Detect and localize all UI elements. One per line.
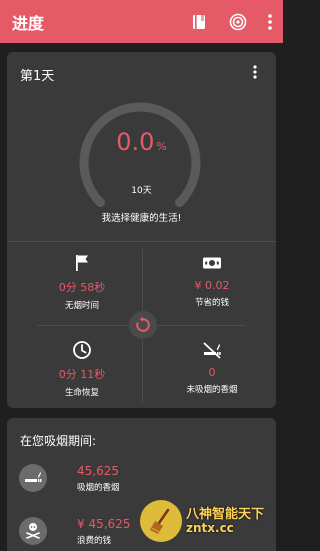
- app-root: 进度 第1天 0.0 % 10天 我选择健康的生活! 0分 58秒 无烟时间 ¥…: [0, 0, 283, 551]
- stat-value: 0: [208, 366, 216, 379]
- watermark-name: 八神智能天下: [186, 506, 265, 522]
- stat-smoke-free-time: 0分 58秒 无烟时间: [27, 253, 137, 311]
- stat-label: 生命恢复: [64, 388, 99, 398]
- progress-percent-value: 0.0: [116, 128, 155, 156]
- stat-label: 无烟时间: [64, 301, 99, 311]
- stat-money-saved: ¥ 0.02 节省的钱: [157, 253, 267, 308]
- card-more-icon[interactable]: [250, 62, 260, 82]
- watermark-url: zntx.cc: [186, 520, 234, 535]
- top-app-bar: 进度: [0, 0, 283, 43]
- target-icon[interactable]: [226, 0, 250, 43]
- stat-label: 节省的钱: [194, 298, 229, 308]
- goal-days-label: 10天: [131, 186, 152, 196]
- stat-cigarettes-not-smoked: 0 未吸烟的香烟: [157, 340, 267, 395]
- row-label: 浪费的钱: [77, 536, 112, 546]
- watermark: 八神智能天下 zntx.cc: [140, 497, 283, 545]
- progress-gauge: [75, 98, 205, 228]
- more-vert-icon[interactable]: [258, 0, 282, 43]
- journal-icon[interactable]: [187, 0, 211, 43]
- flag-icon: [27, 253, 137, 273]
- gauge-arc: [79, 102, 201, 208]
- stat-label: 未吸烟的香烟: [186, 385, 238, 395]
- card-title: 在您吸烟期间:: [20, 434, 97, 448]
- stat-value: 0分 11秒: [58, 368, 106, 381]
- watermark-text: 八神智能天下 zntx.cc: [186, 508, 264, 534]
- page-title: 进度: [12, 14, 45, 33]
- reset-icon: [136, 316, 150, 332]
- clock-icon: [27, 340, 137, 360]
- cigarette-icon: [19, 464, 47, 492]
- reset-button[interactable]: [129, 311, 157, 339]
- progress-card: 第1天 0.0% 10天 我选择健康的生活! 0分 58秒 无烟时间 ¥ 0.0…: [7, 52, 276, 408]
- money-icon: [157, 253, 267, 273]
- list-item: 45,625 吸烟的香烟: [19, 464, 259, 500]
- row-value: 45,625: [77, 464, 119, 478]
- stat-value: 0分 58秒: [58, 281, 106, 294]
- row-label: 吸烟的香烟: [77, 483, 120, 493]
- day-label: 第1天: [20, 69, 55, 84]
- no-smoking-icon: [157, 340, 267, 360]
- row-value: ¥ 45,625: [77, 517, 131, 531]
- progress-percent: 0.0%: [7, 128, 276, 156]
- motto-text: 我选择健康的生活!: [101, 213, 182, 224]
- stat-value: ¥ 0.02: [194, 279, 230, 292]
- stat-life-regained: 0分 11秒 生命恢复: [27, 340, 137, 398]
- broom-logo-icon: [140, 500, 182, 542]
- divider: [7, 241, 276, 242]
- progress-percent-unit: %: [156, 140, 167, 153]
- skull-money-icon: [19, 517, 47, 545]
